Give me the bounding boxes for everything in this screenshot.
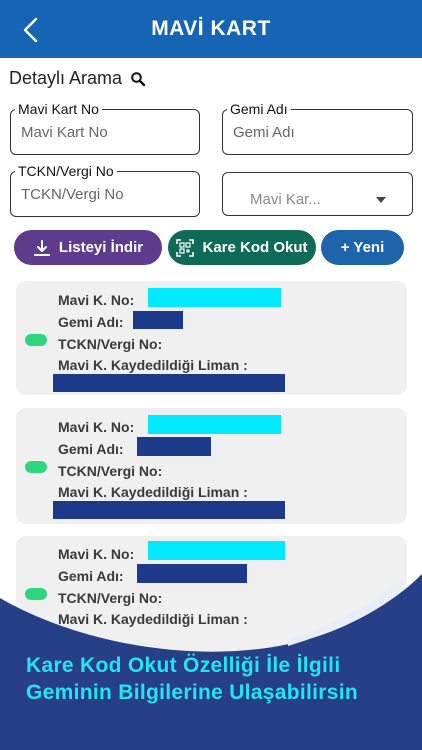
list-item[interactable]: Mavi K. No: Gemi Adı: TCKN/Vergi No: Mav…: [16, 536, 407, 666]
status-dot: [25, 334, 47, 346]
scan-qr-button[interactable]: Kare Kod Okut: [168, 230, 316, 265]
tckn-field[interactable]: TCKN/Vergi No: [10, 163, 200, 217]
download-list-label: Listeyi İndir: [58, 239, 144, 256]
tckn-label: TCKN/Vergi No: [15, 163, 117, 179]
scan-qr-label: Kare Kod Okut: [202, 239, 308, 256]
redacted-value: [148, 541, 285, 560]
card-liman-label: Mavi K. Kaydedildiği Liman :: [58, 357, 248, 373]
detailed-search[interactable]: Detaylı Arama: [9, 68, 146, 89]
mavi-kart-no-label: Mavi Kart No: [15, 101, 102, 117]
card-no-label: Mavi K. No:: [58, 546, 135, 562]
card-tckn-label: TCKN/Vergi No:: [58, 336, 163, 352]
gemi-adi-input[interactable]: [233, 124, 393, 141]
card-liman-label: Mavi K. Kaydedildiği Liman :: [58, 611, 248, 627]
download-icon: [33, 239, 50, 256]
mavi-kart-no-input[interactable]: [21, 124, 181, 141]
redacted-value: [53, 374, 285, 392]
redacted-value: [133, 311, 183, 329]
search-icon[interactable]: [130, 71, 146, 87]
mavi-kart-select[interactable]: Mavi Kar...: [222, 172, 413, 216]
add-new-label: + Yeni: [340, 239, 385, 256]
add-new-button[interactable]: + Yeni: [321, 230, 404, 265]
redacted-value: [137, 437, 211, 456]
page-title: MAVİ KART: [151, 17, 271, 40]
detailed-search-label: Detaylı Arama: [9, 68, 123, 88]
qr-scan-icon: [176, 238, 195, 257]
caret-down-icon: [376, 197, 386, 203]
card-tckn-label: TCKN/Vergi No:: [58, 463, 163, 479]
card-tckn-label: TCKN/Vergi No:: [58, 590, 163, 606]
gemi-adi-field[interactable]: Gemi Adı: [222, 101, 413, 155]
redacted-value: [148, 415, 281, 434]
app-header: MAVİ KART: [0, 0, 422, 58]
redacted-value: [53, 501, 285, 519]
status-dot: [25, 461, 47, 473]
card-gemi-label: Gemi Adı:: [58, 441, 124, 457]
list-item[interactable]: Mavi K. No: Gemi Adı: TCKN/Vergi No: Mav…: [16, 281, 407, 395]
download-list-button[interactable]: Listeyi İndir: [14, 230, 162, 265]
gemi-adi-label: Gemi Adı: [227, 101, 291, 117]
status-dot: [25, 588, 47, 600]
card-liman-label: Mavi K. Kaydedildiği Liman :: [58, 484, 248, 500]
card-gemi-label: Gemi Adı:: [58, 568, 124, 584]
card-no-label: Mavi K. No:: [58, 292, 135, 308]
card-gemi-label: Gemi Adı:: [58, 314, 124, 330]
tckn-input[interactable]: [21, 186, 181, 203]
redacted-value: [137, 564, 247, 583]
mavi-kart-no-field[interactable]: Mavi Kart No: [10, 101, 200, 155]
card-no-label: Mavi K. No:: [58, 419, 135, 435]
list-item[interactable]: Mavi K. No: Gemi Adı: TCKN/Vergi No: Mav…: [16, 408, 407, 524]
redacted-value: [148, 288, 281, 307]
promo-banner-text: Kare Kod Okut Özelliği İle İlgili Gemini…: [26, 654, 358, 704]
mavi-kart-select-value: Mavi Kar...: [250, 191, 321, 208]
